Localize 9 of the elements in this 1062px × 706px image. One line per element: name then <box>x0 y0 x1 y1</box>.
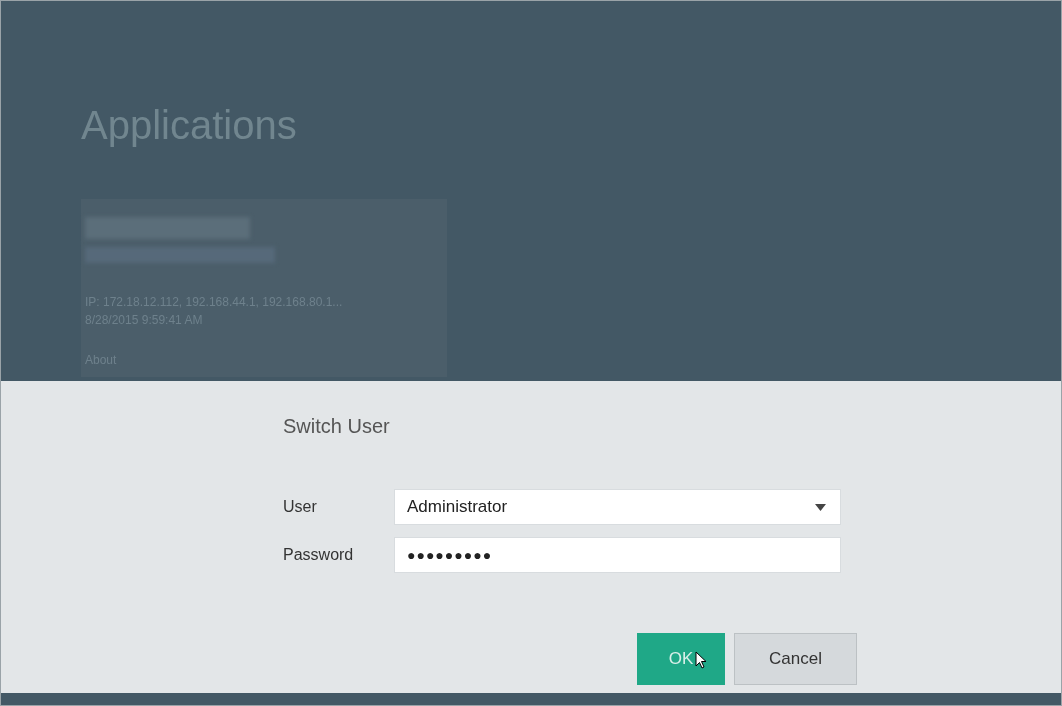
user-dropdown[interactable]: Administrator <box>394 489 841 525</box>
dialog-title: Switch User <box>283 414 391 439</box>
cancel-button[interactable]: Cancel <box>734 633 857 685</box>
password-field[interactable]: ●●●●●●●●● <box>394 537 841 573</box>
dropdown-value: Administrator <box>407 496 508 519</box>
field-label: Password <box>283 545 355 565</box>
cursor-icon <box>695 651 707 669</box>
caret-icon <box>815 503 826 511</box>
field-label: User <box>283 497 318 517</box>
